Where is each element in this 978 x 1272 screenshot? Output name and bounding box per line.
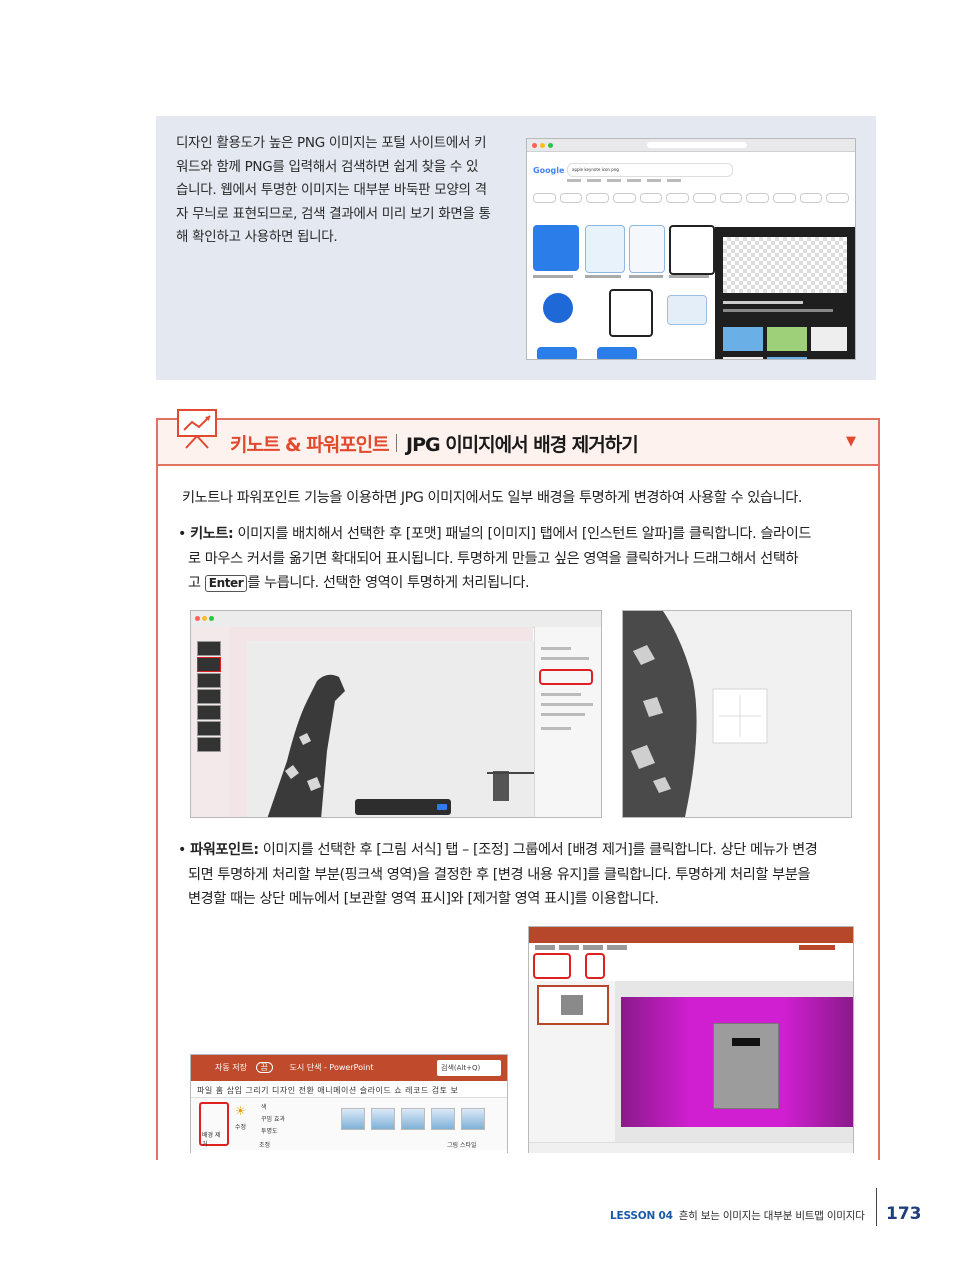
page-footer: LESSON 04 흔히 보는 이미지는 대부분 비트맵 이미지다 [610,1208,865,1223]
section-intro: 키노트나 파워포인트 기능을 이용하면 JPG 이미지에서도 일부 배경을 투명… [182,490,803,506]
giraffe-closeup-image [623,611,768,817]
google-search-screenshot: Google apple keynote icon png [526,138,856,360]
keynote-text: 이미지를 배치해서 선택한 후 [포맷] 패널의 [이미지] 탭에서 [인스턴트… [233,526,812,542]
instant-alpha-dialog [355,799,451,815]
section-title-apps: 키노트 & 파워포인트 [230,434,390,456]
ribbon-search: 검색(Alt+Q) [437,1060,501,1076]
slide-thumbnails [529,981,616,1143]
footer-divider [876,1188,877,1226]
info-line: 해 확인하고 사용하면 됩니다. [176,229,338,245]
powerpoint-remove-bg-screenshot [528,926,854,1153]
slide-editor [615,981,853,1143]
keynote-result-image [533,225,579,271]
keynote-canvas [229,627,535,817]
style-thumb [371,1108,395,1130]
style-thumb [461,1108,485,1130]
image-preview-panel [715,227,855,359]
address-bar [647,142,747,148]
pink-removal-area [621,997,853,1127]
tip-section: 키노트 & 파워포인트 JPG 이미지에서 배경 제거하기 ▼ 키노트나 파워포… [156,409,880,1160]
keynote-podium-image [585,225,625,273]
section-header: 키노트 & 파워포인트 JPG 이미지에서 배경 제거하기 ▼ [158,409,878,466]
giraffe-image [267,674,535,817]
status-bar [529,1142,853,1153]
giraffe-slide [247,641,535,817]
page-number: 173 [886,1204,922,1224]
enter-key: Enter [204,575,248,592]
corrections-label: 수정 [235,1124,247,1131]
section-title: JPG 이미지에서 배경 제거하기 [406,434,639,456]
keep-changes-highlight [585,953,605,979]
keynote-round-image [543,293,573,323]
info-line: 디자인 활용도가 높은 PNG 이미지는 포털 사이트에서 키 [176,135,487,151]
keynote-text: 로 마우스 커서를 옮기면 확대되어 표시됩니다. 투명하게 만들고 싶은 영역… [188,550,799,567]
search-box: apple keynote icon png [567,163,733,177]
artistic-effects-label: 꾸밈 효과 [261,1116,285,1123]
info-text: 디자인 활용도가 높은 PNG 이미지는 포털 사이트에서 키 워드와 함께 P… [176,132,512,250]
ribbon-picture-format: 배경 제거 ☀ 수정 색 꾸밈 효과 투명도 조정 그림 스타일 [191,1097,507,1150]
autosave-toggle: 끔 [255,1062,273,1073]
triangle-down-icon: ▼ [846,434,856,449]
powerpoint-ribbon-screenshot: 자동 저장 끔 도시 단색 - PowerPoint 검색(Alt+Q) 파일 … [190,1054,508,1153]
zoomed-giraffe-screenshot [622,610,852,818]
info-line: 워드와 함께 PNG를 입력해서 검색하면 쉽게 찾을 수 있 [176,158,479,175]
title-separator [396,434,397,452]
mark-areas-highlight [533,953,571,979]
ribbon-menu: 파일 홈 삽입 그리기 디자인 전환 애니메이션 슬라이드 쇼 레코드 검토 보 [197,1086,459,1095]
format-panel [534,627,601,817]
filter-chips [533,193,850,203]
color-label: 색 [261,1104,267,1111]
style-thumb [341,1108,365,1130]
powerpoint-label: 파워포인트: [190,842,259,858]
keynote-podium-image-2 [597,347,637,359]
keynote-framed-image [609,289,653,337]
transparency-label: 투명도 [261,1128,278,1135]
adjust-group-label: 조정 [259,1142,271,1149]
instant-alpha-highlight [539,669,593,685]
picture-styles-label: 그림 스타일 [447,1142,477,1149]
powerpoint-paragraph: • 파워포인트: 이미지를 선택한 후 [그림 서식] 탭 – [조정] 그룹에… [178,838,872,912]
keynote-paragraph: • 키노트: 이미지를 배치해서 선택한 후 [포맷] 패널의 [이미지] 탭에… [178,522,872,596]
keynote-outline-image [669,225,715,275]
info-box: 디자인 활용도가 높은 PNG 이미지는 포털 사이트에서 키 워드와 함께 P… [156,116,876,380]
keynote-white-image [629,225,665,273]
search-tabs [567,179,807,185]
lesson-label: LESSON 04 [610,1210,673,1222]
keynote-screenshot [190,610,602,818]
powerpoint-text: 이미지를 선택한 후 [그림 서식] 탭 – [조정] 그룹에서 [배경 제거]… [258,842,818,858]
powerpoint-text: 변경할 때는 상단 메뉴에서 [보관할 영역 표시]와 [제거할 영역 표시]를… [188,891,659,907]
style-thumb [431,1108,455,1130]
document-name: 도시 단색 - PowerPoint [289,1063,374,1072]
keynote-label: 키노트: [190,526,234,542]
kept-area [713,1023,779,1109]
sun-icon: ☀ [235,1104,246,1118]
remove-background-label: 배경 제거 [202,1132,221,1148]
keynote-light-image [667,295,707,325]
lesson-title: 흔히 보는 이미지는 대부분 비트맵 이미지다 [678,1210,865,1222]
keynote-blue-image [537,347,577,359]
info-line: 자 무늬로 표현되므로, 검색 결과에서 미리 보기 화면을 통 [176,205,491,222]
info-line: 습니다. 웹에서 투명한 이미지는 대부분 바둑판 모양의 격 [176,182,487,198]
keynote-toolbar [191,611,601,628]
style-thumb [401,1108,425,1130]
google-logo: Google [533,166,565,175]
powerpoint-titlebar [529,927,853,943]
slide-navigator [191,627,229,817]
presentation-icon [177,409,217,449]
autosave-label: 자동 저장 [215,1063,247,1072]
powerpoint-text: 되면 투명하게 처리할 부분(핑크색 영역)을 결정한 후 [변경 내용 유지]… [188,866,811,883]
